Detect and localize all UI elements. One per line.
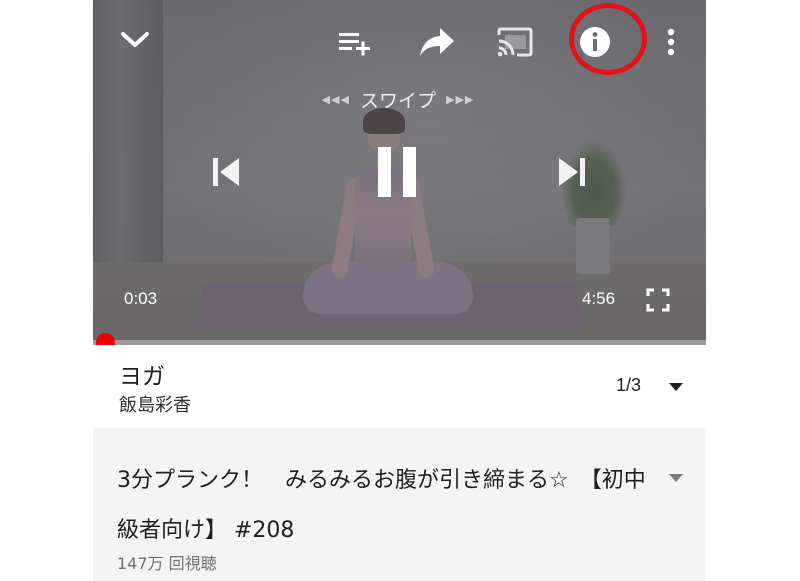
playlist-expand-icon[interactable]	[669, 383, 683, 391]
duration-time: 4:56	[582, 289, 616, 308]
cast-icon[interactable]	[493, 22, 537, 62]
share-icon[interactable]	[415, 22, 459, 62]
playlist-title: ヨガ	[119, 364, 165, 390]
playlist-panel[interactable]: ヨガ 飯島彩香 1/3	[93, 345, 706, 428]
swipe-left-arrows: ◀◀◀	[321, 92, 350, 106]
video-player[interactable]: ◀◀◀ スワイプ ▶▶▶ 0:03 4:56	[93, 0, 706, 343]
playlist-add-icon[interactable]	[335, 24, 375, 60]
pause-icon[interactable]	[369, 140, 425, 204]
left-margin	[0, 0, 93, 581]
skip-next-icon[interactable]	[549, 150, 595, 194]
chevron-down-icon[interactable]	[115, 24, 155, 56]
skip-previous-icon[interactable]	[203, 150, 249, 194]
fullscreen-icon[interactable]	[643, 286, 673, 314]
video-info-panel: 3分プランク！ みるみるお腹が引き締まる☆ 【初中級者向け】 #208 147万…	[93, 428, 706, 581]
video-frame-plant-pot	[576, 218, 610, 274]
playlist-channel-name[interactable]: 飯島彩香	[119, 391, 191, 417]
swipe-hint: ◀◀◀ スワイプ ▶▶▶	[303, 86, 493, 112]
video-frame-person-legs	[303, 262, 473, 314]
swipe-right-arrows: ▶▶▶	[446, 92, 475, 106]
info-icon[interactable]	[575, 24, 615, 60]
playlist-position: 1/3	[616, 375, 642, 395]
description-expand-icon[interactable]	[669, 474, 683, 482]
view-count: 147万 回視聴	[117, 554, 217, 573]
video-title[interactable]: 3分プランク！ みるみるお腹が引き締まる☆ 【初中級者向け】 #208	[117, 456, 657, 556]
more-vertical-icon[interactable]	[659, 24, 683, 60]
current-time: 0:03	[124, 289, 158, 308]
right-margin	[706, 0, 800, 581]
swipe-label: スワイプ	[359, 89, 436, 112]
